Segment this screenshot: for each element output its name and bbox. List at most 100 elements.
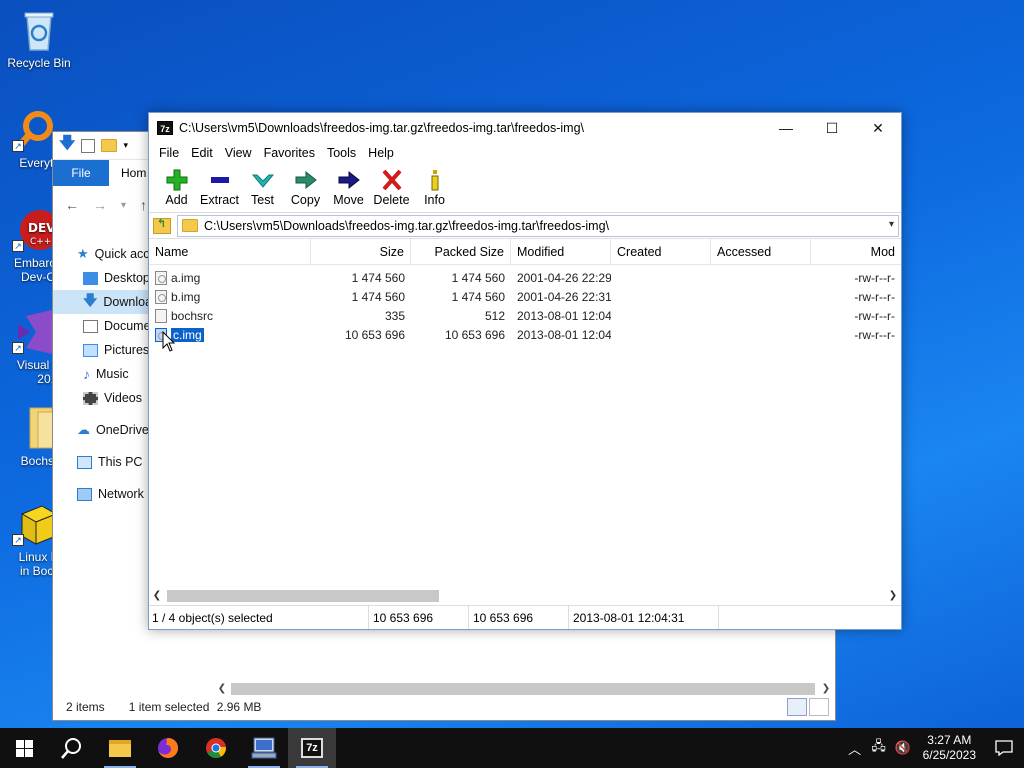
taskbar-pc-app[interactable] — [240, 728, 288, 768]
column-modified[interactable]: Modified — [511, 238, 611, 265]
copy-button[interactable]: Copy — [284, 163, 327, 207]
maximize-icon[interactable]: ☐ — [809, 113, 855, 143]
music-note-icon: ♪ — [83, 366, 90, 382]
volume-muted-icon[interactable]: 🔇 — [891, 740, 915, 756]
file-row[interactable]: bochsrc 335 512 2013-08-01 12:04 -rw-r--… — [149, 306, 901, 325]
ribbon-tab-file[interactable]: File — [53, 160, 109, 186]
recycle-bin-icon — [17, 8, 61, 52]
sidebar-item-pictures[interactable]: Pictures — [53, 338, 149, 362]
view-toggle — [787, 698, 829, 716]
menu-view[interactable]: View — [219, 146, 258, 160]
scroll-left-icon[interactable]: ❮ — [149, 587, 165, 605]
file-size: 1 474 560 — [351, 289, 405, 304]
menu-favorites[interactable]: Favorites — [258, 146, 321, 160]
menu-tools[interactable]: Tools — [321, 146, 362, 160]
column-accessed[interactable]: Accessed — [711, 238, 811, 265]
scrollbar-thumb[interactable] — [167, 590, 439, 602]
large-icons-view-icon[interactable] — [809, 698, 829, 716]
properties-icon[interactable] — [81, 138, 96, 153]
start-button[interactable] — [0, 728, 48, 768]
file-row-selected[interactable]: c.img 10 653 696 10 653 696 2013-08-01 1… — [149, 325, 901, 344]
menu-help[interactable]: Help — [362, 146, 400, 160]
sidebar-item-videos[interactable]: Videos — [53, 386, 149, 410]
minus-icon — [210, 177, 229, 183]
document-icon — [83, 319, 98, 333]
file-list-horizontal-scrollbar[interactable]: ❮ ❯ — [149, 587, 901, 605]
taskbar-7zip[interactable]: 7z — [288, 728, 336, 768]
desktop-icon — [83, 271, 98, 285]
taskbar-file-explorer[interactable] — [96, 728, 144, 768]
up-arrow-icon[interactable]: ↑ — [140, 197, 147, 213]
sidebar-item-label: Music — [96, 367, 129, 381]
extract-button[interactable]: Extract — [198, 163, 241, 207]
toolbar-label: Copy — [290, 193, 321, 207]
taskbar-firefox[interactable] — [144, 728, 192, 768]
new-folder-icon[interactable] — [101, 139, 118, 152]
star-icon: ★ — [77, 246, 89, 261]
toolbar-label: Add — [165, 193, 188, 207]
shortcut-arrow-icon: ↗ — [12, 240, 24, 252]
sidebar-item-music[interactable]: ♪ Music — [53, 362, 149, 386]
minimize-icon[interactable]: — — [763, 113, 809, 143]
file-modified: 2001-04-26 22:31 — [517, 289, 611, 304]
disk-image-icon — [155, 289, 167, 304]
taskbar-clock[interactable]: 3:27 AM 6/25/2023 — [915, 733, 984, 763]
sidebar-item-label: Downloa — [103, 295, 149, 309]
delete-button[interactable]: Delete — [370, 163, 413, 207]
network-status-icon[interactable]: 🖧 — [867, 737, 891, 759]
sevenzip-titlebar[interactable]: 7z C:\Users\vm5\Downloads\freedos-img.ta… — [149, 113, 901, 143]
shortcut-arrow-icon: ↗ — [12, 342, 24, 354]
move-button[interactable]: Move — [327, 163, 370, 207]
close-icon[interactable]: ✕ — [855, 113, 901, 143]
column-mode[interactable]: Mod — [811, 239, 901, 265]
system-tray: ︿ 🖧 🔇 3:27 AM 6/25/2023 — [843, 728, 1024, 768]
sidebar-item-label: Pictures — [104, 343, 149, 357]
chevron-down-icon[interactable]: ▾ — [889, 219, 894, 230]
notification-center-icon[interactable] — [984, 728, 1024, 768]
column-size[interactable]: Size — [311, 238, 411, 265]
column-packed-size[interactable]: Packed Size — [411, 238, 511, 265]
network-icon — [77, 487, 92, 501]
status-item-count: 2 items — [66, 700, 105, 714]
file-row[interactable]: a.img 1 474 560 1 474 560 2001-04-26 22:… — [149, 268, 901, 287]
toolbar-label: Delete — [373, 193, 410, 207]
sidebar-item-network[interactable]: Network — [53, 482, 149, 506]
scroll-right-icon[interactable]: ❯ — [885, 587, 901, 605]
desktop-icon-recycle-bin[interactable]: Recycle Bin — [1, 8, 77, 70]
recent-dropdown-icon[interactable]: ▾ — [121, 200, 126, 211]
search-button[interactable] — [48, 728, 96, 768]
pictures-icon — [83, 343, 98, 357]
folder-icon — [12, 406, 57, 450]
column-name[interactable]: Name — [149, 238, 311, 265]
file-name: a.img — [171, 270, 201, 285]
info-button[interactable]: Info — [413, 163, 456, 207]
sidebar-item-this-pc[interactable]: This PC — [53, 450, 149, 474]
forward-arrow-icon[interactable]: → — [93, 197, 107, 213]
up-folder-icon[interactable]: ↰ — [153, 217, 171, 234]
windows-logo-icon — [15, 739, 33, 757]
add-button[interactable]: Add — [155, 163, 198, 207]
file-row[interactable]: b.img 1 474 560 1 474 560 2001-04-26 22:… — [149, 287, 901, 306]
download-arrow-icon: 🡇 — [83, 292, 98, 308]
file-list: a.img 1 474 560 1 474 560 2001-04-26 22:… — [149, 265, 901, 344]
sidebar-item-documents[interactable]: Docume — [53, 314, 149, 338]
menu-file[interactable]: File — [153, 146, 185, 160]
quick-access-dropdown-icon[interactable]: ▾ — [123, 140, 128, 151]
sidebar-item-quick-access[interactable]: ★ Quick acc — [53, 242, 149, 266]
sevenzip-window[interactable]: 7z C:\Users\vm5\Downloads\freedos-img.ta… — [148, 112, 902, 630]
taskbar-chrome[interactable] — [192, 728, 240, 768]
path-combobox[interactable]: C:\Users\vm5\Downloads\freedos-img.tar.g… — [177, 214, 899, 237]
sidebar-item-desktop[interactable]: Desktop — [53, 266, 149, 290]
back-arrow-icon[interactable]: ← — [65, 197, 79, 213]
menu-edit[interactable]: Edit — [185, 146, 219, 160]
sidebar-item-onedrive[interactable]: ☁ OneDrive — [53, 418, 149, 442]
visual-studio-icon: ↗ — [12, 310, 56, 354]
sidebar-item-downloads[interactable]: 🡇 Downloa — [53, 290, 149, 314]
test-button[interactable]: Test — [241, 163, 284, 207]
sevenzip-icon: 7z — [301, 738, 323, 758]
show-hidden-icons-chevron-icon[interactable]: ︿ — [843, 739, 867, 758]
details-view-icon[interactable] — [787, 698, 807, 716]
column-created[interactable]: Created — [611, 238, 711, 265]
file-size: 10 653 696 — [344, 327, 405, 342]
status-selection: 1 item selected 2.96 MB — [128, 700, 262, 714]
